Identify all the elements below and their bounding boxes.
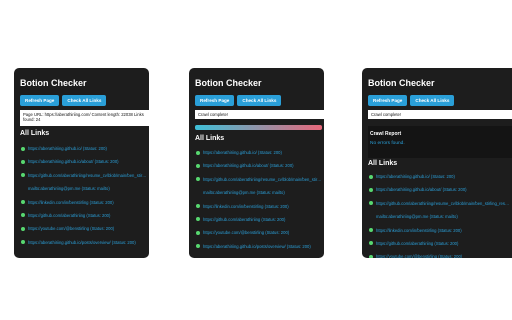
link-text[interactable]: https://aberathiriing.github.io/posts/ov… — [203, 244, 311, 249]
link-item[interactable]: https://linkedin.com/in/benstirling (Sta… — [368, 228, 510, 233]
link-text[interactable]: https://aberathiriing.github.io/ (Status… — [203, 150, 282, 155]
links-heading: All Links — [20, 130, 50, 137]
link-text[interactable]: https://github.com/aberathiriing (Status… — [28, 213, 110, 218]
link-text[interactable]: mailto:aberathiriing@pm.me (Status: mail… — [203, 190, 285, 195]
link-list: https://aberathiriing.github.io/ (Status… — [195, 150, 322, 257]
status-ok-dot-icon — [196, 204, 200, 209]
status-ok-dot-icon — [21, 226, 25, 231]
link-item[interactable]: https://aberathiriing.github.io/about/ (… — [368, 187, 510, 192]
links-heading: All Links — [195, 135, 225, 142]
crawl-report: Crawl Report No errors found. — [368, 126, 512, 158]
status-ok-dot-icon — [21, 173, 25, 178]
extension-popup-initial: Botion Checker Refresh Page Check All Li… — [14, 68, 149, 258]
toolbar: Refresh Page Check All Links — [20, 95, 107, 106]
app-title: Botion Checker — [195, 78, 262, 88]
link-text[interactable]: https://github.com/aberathiriing/resume_… — [376, 201, 510, 206]
link-text[interactable]: https://linkedin.com/in/benstirling (Sta… — [376, 228, 462, 233]
link-text[interactable]: https://youtube.com/@benstirling (Status… — [376, 254, 462, 258]
link-item[interactable]: https://aberathiriing.github.io/posts/ov… — [20, 240, 147, 245]
status-ok-dot-icon — [21, 146, 25, 151]
link-text[interactable]: https://github.com/aberathiriing/resume_… — [203, 177, 322, 182]
status-box: Page URL: https://aberathiriing.com/ Con… — [20, 110, 149, 126]
link-item[interactable]: https://github.com/aberathiriing/resume_… — [195, 177, 322, 182]
link-text[interactable]: https://linkedin.com/in/benstirling (Sta… — [203, 204, 289, 209]
status-ok-dot-icon — [196, 177, 200, 182]
toolbar: Refresh Page Check All Links — [368, 95, 455, 106]
link-text[interactable]: https://youtube.com/@benstirling (Status… — [203, 230, 289, 235]
app-title: Botion Checker — [20, 78, 87, 88]
link-item[interactable]: https://youtube.com/@benstirling (Status… — [368, 254, 510, 258]
link-item[interactable]: https://aberathiriing.github.io/ (Status… — [195, 150, 322, 155]
link-text[interactable]: https://aberathiriing.github.io/about/ (… — [203, 163, 294, 168]
link-list: https://aberathiriing.github.io/ (Status… — [20, 146, 147, 253]
link-item[interactable]: https://aberathiriing.github.io/ (Status… — [368, 174, 510, 179]
link-item[interactable]: https://youtube.com/@benstirling (Status… — [20, 226, 147, 231]
status-ok-dot-icon — [369, 187, 373, 192]
extension-popup-crawl-report: Botion Checker Refresh Page Check All Li… — [362, 68, 512, 258]
link-text[interactable]: https://github.com/aberathiriing (Status… — [376, 241, 458, 246]
status-ok-dot-icon — [196, 163, 200, 168]
status-ok-dot-icon — [21, 213, 25, 218]
link-item[interactable]: mailto:aberathiriing@pm.me (Status: mail… — [20, 186, 147, 191]
link-text[interactable]: https://youtube.com/@benstirling (Status… — [28, 226, 114, 231]
link-item[interactable]: https://aberathiriing.github.io/ (Status… — [20, 146, 147, 151]
link-text[interactable]: https://linkedin.com/in/benstirling (Sta… — [28, 200, 114, 205]
link-text[interactable]: https://aberathiriing.github.io/about/ (… — [376, 187, 467, 192]
link-item[interactable]: https://linkedin.com/in/benstirling (Sta… — [20, 200, 147, 205]
link-text[interactable]: https://aberathiriing.github.io/ (Status… — [28, 146, 107, 151]
status-ok-dot-icon — [196, 150, 200, 155]
toolbar: Refresh Page Check All Links — [195, 95, 282, 106]
link-text[interactable]: mailto:aberathiriing@pm.me (Status: mail… — [376, 214, 458, 219]
crawl-report-message: No errors found. — [370, 141, 405, 146]
links-heading: All Links — [368, 160, 398, 167]
status-ok-dot-icon — [369, 254, 373, 258]
link-text[interactable]: https://aberathiriing.github.io/posts/ov… — [28, 240, 136, 245]
refresh-page-button[interactable]: Refresh Page — [195, 95, 235, 106]
status-ok-dot-icon — [369, 241, 373, 246]
link-text[interactable]: https://aberathiriing.github.io/about/ (… — [28, 159, 119, 164]
status-ok-dot-icon — [196, 244, 200, 249]
link-item[interactable]: https://aberathiriing.github.io/posts/ov… — [195, 244, 322, 249]
link-item[interactable]: https://github.com/aberathiriing (Status… — [195, 217, 322, 222]
refresh-page-button[interactable]: Refresh Page — [20, 95, 60, 106]
progress-bar — [195, 125, 322, 130]
check-all-links-button[interactable]: Check All Links — [237, 95, 282, 106]
status-ok-dot-icon — [369, 174, 373, 179]
link-text[interactable]: mailto:aberathiriing@pm.me (Status: mail… — [28, 186, 110, 191]
status-box: Crawl complete! — [368, 110, 512, 119]
link-item[interactable]: https://aberathiriing.github.io/about/ (… — [195, 163, 322, 168]
link-list: https://aberathiriing.github.io/ (Status… — [368, 174, 510, 258]
status-ok-dot-icon — [21, 240, 25, 245]
link-item[interactable]: https://github.com/aberathiriing/resume_… — [368, 201, 510, 206]
status-ok-dot-icon — [196, 217, 200, 222]
link-text[interactable]: https://aberathiriing.github.io/ (Status… — [376, 174, 455, 179]
link-item[interactable]: https://github.com/aberathiriing (Status… — [20, 213, 147, 218]
link-item[interactable]: https://youtube.com/@benstirling (Status… — [195, 230, 322, 235]
link-item[interactable]: https://aberathiriing.github.io/about/ (… — [20, 159, 147, 164]
status-box: Crawl complete! — [195, 110, 324, 119]
status-ok-dot-icon — [21, 159, 25, 164]
check-all-links-button[interactable]: Check All Links — [62, 95, 107, 106]
check-all-links-button[interactable]: Check All Links — [410, 95, 455, 106]
link-item[interactable]: https://github.com/aberathiriing/resume_… — [20, 173, 147, 178]
link-item[interactable]: https://linkedin.com/in/benstirling (Sta… — [195, 204, 322, 209]
link-text[interactable]: https://github.com/aberathiriing/resume_… — [28, 173, 147, 178]
status-ok-dot-icon — [369, 201, 373, 206]
link-item[interactable]: mailto:aberathiriing@pm.me (Status: mail… — [368, 214, 510, 219]
refresh-page-button[interactable]: Refresh Page — [368, 95, 408, 106]
status-ok-dot-icon — [369, 228, 373, 233]
status-ok-dot-icon — [196, 230, 200, 235]
extension-popup-crawl-complete: Botion Checker Refresh Page Check All Li… — [189, 68, 324, 258]
link-item[interactable]: mailto:aberathiriing@pm.me (Status: mail… — [195, 190, 322, 195]
crawl-report-title: Crawl Report — [370, 131, 402, 137]
status-ok-dot-icon — [21, 200, 25, 205]
app-title: Botion Checker — [368, 78, 435, 88]
link-item[interactable]: https://github.com/aberathiriing (Status… — [368, 241, 510, 246]
link-text[interactable]: https://github.com/aberathiriing (Status… — [203, 217, 285, 222]
